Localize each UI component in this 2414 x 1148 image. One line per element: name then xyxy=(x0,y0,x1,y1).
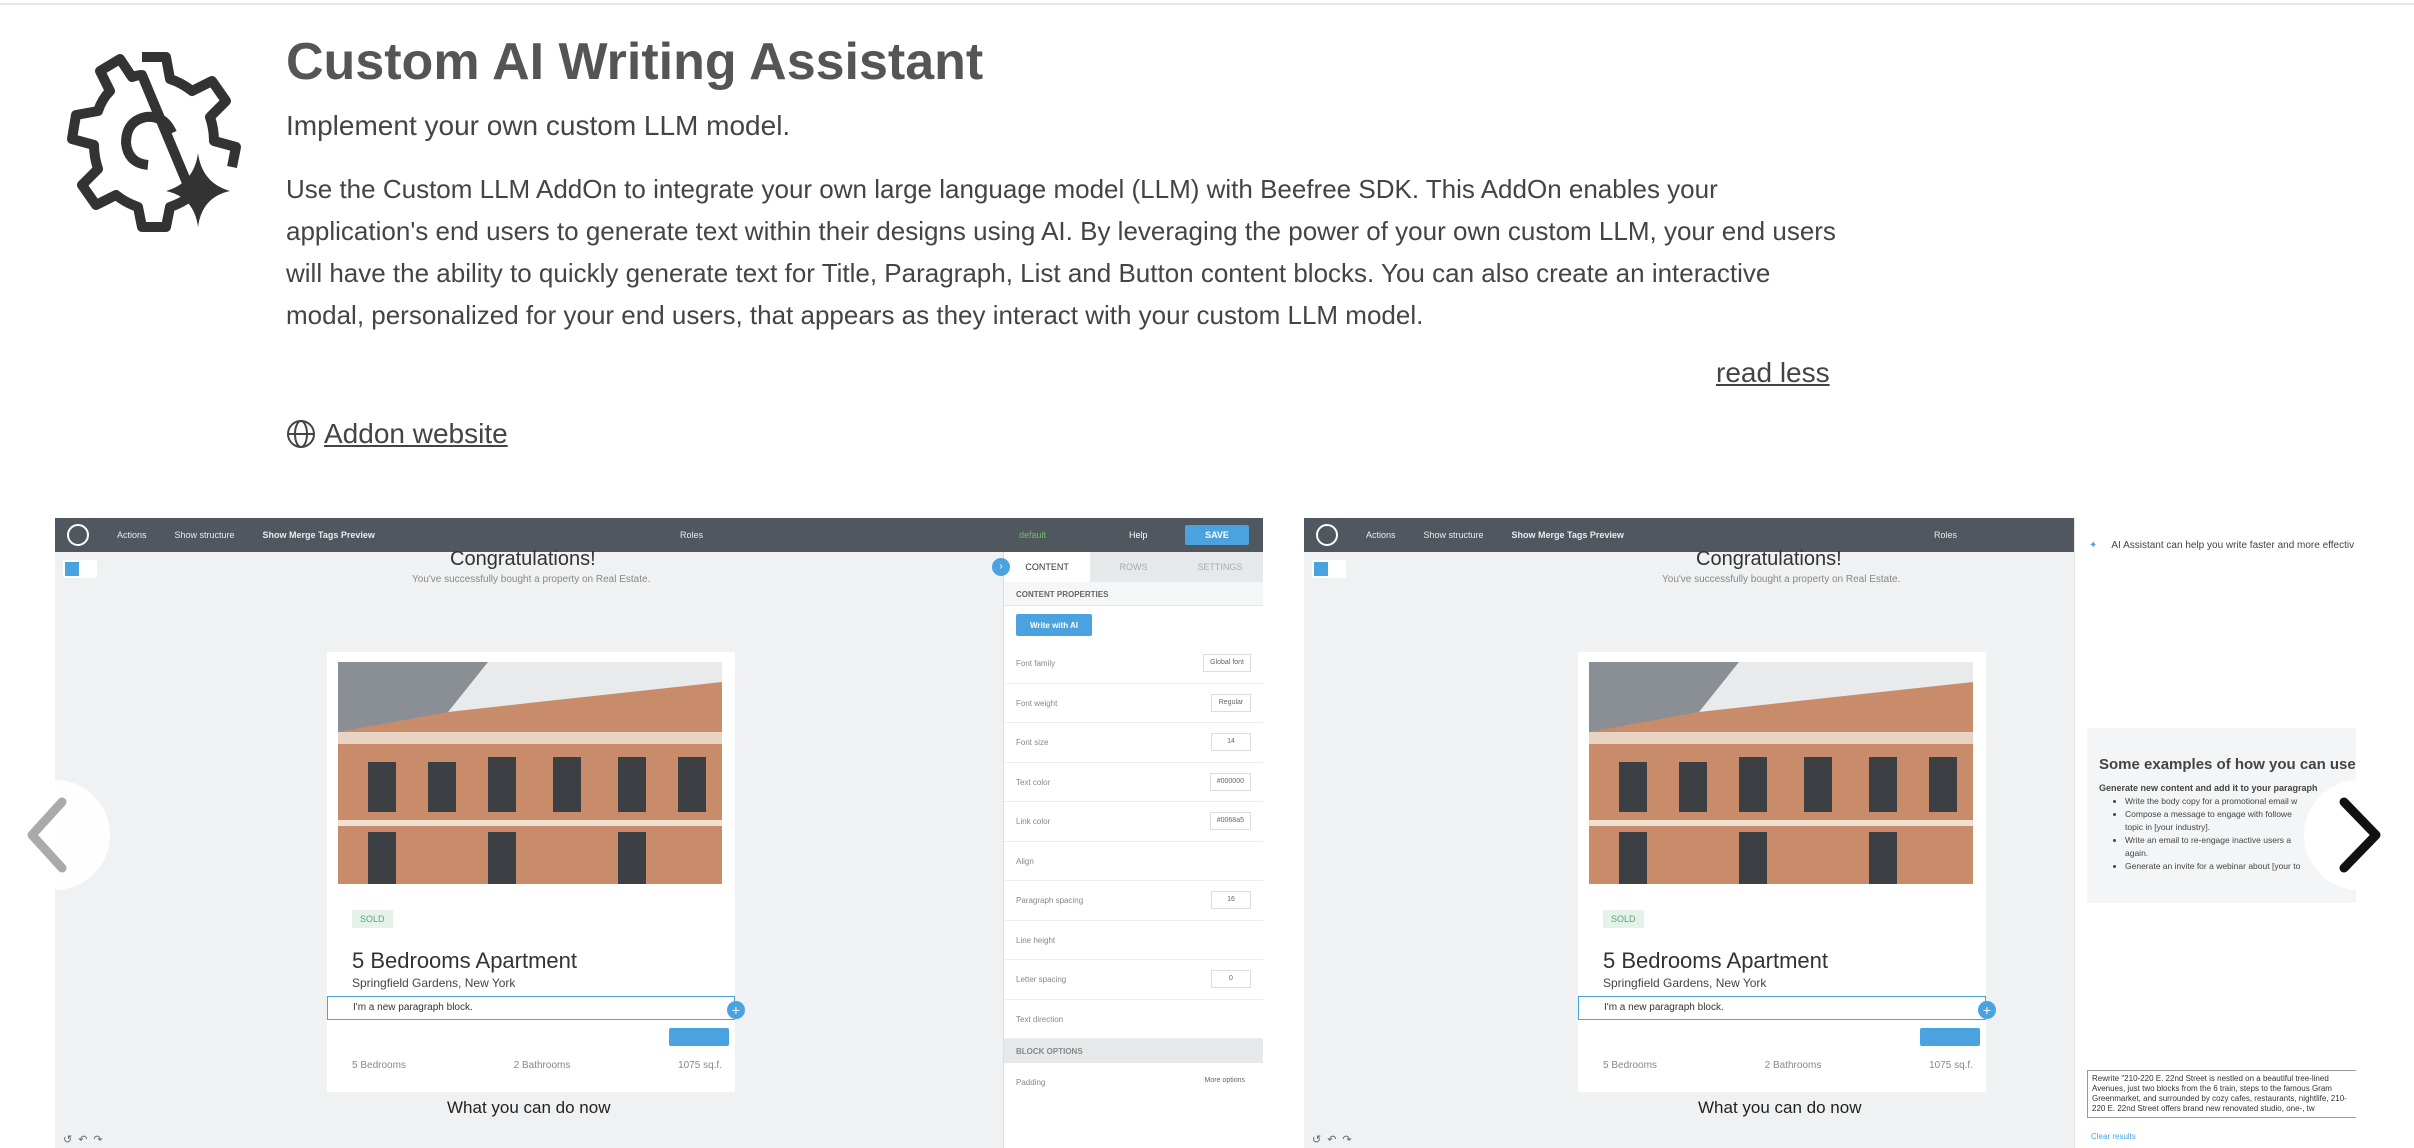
addon-subtitle: Implement your own custom LLM model. xyxy=(286,110,791,141)
editor-canvas: Congratulations! You've successfully bou… xyxy=(1304,548,2074,1148)
bathrooms-label: 2 Bathrooms xyxy=(1764,1060,1822,1071)
editor-toolbar: Actions Show structure Show Merge Tags P… xyxy=(1304,518,2074,552)
paragraph-block[interactable]: I'm a new paragraph block. xyxy=(327,996,735,1020)
bathrooms-label: 2 Bathrooms xyxy=(513,1060,571,1071)
building-photo xyxy=(338,662,722,884)
apartment-title: 5 Bedrooms Apartment xyxy=(1603,948,1829,973)
carousel-next-button[interactable] xyxy=(2304,780,2414,890)
add-block-icon[interactable]: + xyxy=(727,1001,745,1019)
actions-menu[interactable]: Actions xyxy=(117,530,147,540)
top-divider xyxy=(0,0,2414,5)
ai-intro: ✦ AI Assistant can help you write faster … xyxy=(2089,540,2355,551)
apartment-location: Springfield Gardens, New York xyxy=(352,976,516,990)
sqft-label: 1075 sq.f. xyxy=(1929,1060,1973,1071)
building-photo xyxy=(1589,662,1973,884)
what-now-heading: What you can do now xyxy=(447,1098,611,1117)
gear-sparkle-icon xyxy=(67,52,241,232)
text-direction-row: Text direction xyxy=(1004,1000,1263,1039)
show-structure-toggle[interactable]: Show structure xyxy=(1424,530,1484,540)
addon-title: Custom AI Writing Assistant xyxy=(286,33,984,91)
block-toolbar[interactable] xyxy=(669,1028,729,1046)
font-size-stepper[interactable]: 14 xyxy=(1211,733,1251,751)
show-merge-tags-toggle[interactable]: Show Merge Tags Preview xyxy=(263,530,375,540)
font-family-select[interactable]: Global font xyxy=(1203,654,1251,672)
device-toggle[interactable] xyxy=(1312,560,1346,578)
congrats-heading: Congratulations! xyxy=(1696,548,1842,570)
bought-text: You've successfully bought a property on… xyxy=(412,574,651,585)
bought-text: You've successfully bought a property on… xyxy=(1662,574,1901,585)
property-card: SOLD 5 Bedrooms Apartment Springfield Ga… xyxy=(327,652,745,1092)
text-color-row: Text color #000000 xyxy=(1004,763,1263,802)
default-label: default xyxy=(1019,530,1047,540)
paragraph-block[interactable]: I'm a new paragraph block. xyxy=(1578,996,1986,1020)
text-color-picker[interactable]: #000000 xyxy=(1209,772,1251,791)
addon-website-label: Addon website xyxy=(324,418,508,449)
content-properties-heading: CONTENT PROPERTIES xyxy=(1004,582,1263,606)
ai-examples-title: Some examples of how you can use xyxy=(2099,756,2356,773)
property-features: 5 Bedrooms 2 Bathrooms 1075 sq.f. xyxy=(352,1060,722,1071)
magic-wand-icon: ✦ xyxy=(2089,540,2098,551)
link-color-picker[interactable]: #0068a5 xyxy=(1209,812,1251,830)
beefree-logo xyxy=(1316,524,1338,546)
actions-menu[interactable]: Actions xyxy=(1366,530,1396,540)
device-toggle[interactable] xyxy=(63,560,97,578)
editor-toolbar: Actions Show structure Show Merge Tags P… xyxy=(55,518,1263,552)
paragraph-spacing-row: Paragraph spacing 16 xyxy=(1004,881,1263,921)
property-features: 5 Bedrooms 2 Bathrooms 1075 sq.f. xyxy=(1603,1060,1973,1071)
paragraph-spacing-stepper[interactable]: 16 xyxy=(1211,891,1251,909)
padding-row: Padding More options xyxy=(1004,1063,1263,1103)
undo-redo-controls[interactable]: ↺↶↷ xyxy=(1312,1133,1358,1146)
what-now-heading: What you can do now xyxy=(1698,1098,1862,1117)
collapse-panel-icon[interactable]: › xyxy=(992,558,1010,576)
apartment-title: 5 Bedrooms Apartment xyxy=(352,948,578,973)
content-properties-panel: › CONTENT ROWS SETTINGS CONTENT PROPERTI… xyxy=(992,552,1263,1148)
clear-results-button[interactable]: Clear results xyxy=(2091,1132,2136,1141)
letter-spacing-stepper[interactable]: 0 xyxy=(1211,970,1251,988)
font-family-row: Font family Global font xyxy=(1004,644,1263,684)
save-button[interactable]: SAVE xyxy=(1185,525,1249,545)
block-toolbar[interactable] xyxy=(1920,1028,1980,1046)
link-color-row: Link color #0068a5 xyxy=(1004,802,1263,842)
more-options-toggle[interactable]: More options xyxy=(1198,1073,1251,1091)
add-block-icon[interactable]: + xyxy=(1978,1001,1996,1019)
chevron-left-icon xyxy=(27,797,67,873)
tab-settings[interactable]: SETTINGS xyxy=(1177,552,1263,582)
beefree-logo xyxy=(67,524,89,546)
sold-badge: SOLD xyxy=(1603,910,1644,928)
bedrooms-label: 5 Bedrooms xyxy=(352,1060,406,1071)
line-height-row: Line height xyxy=(1004,921,1263,960)
sold-badge: SOLD xyxy=(352,910,393,928)
carousel-slide-2: Actions Show structure Show Merge Tags P… xyxy=(1304,518,2356,1148)
carousel-slide-1: Actions Show structure Show Merge Tags P… xyxy=(55,518,1263,1148)
font-weight-row: Font weight Regular xyxy=(1004,684,1263,723)
help-button[interactable]: Help xyxy=(1129,530,1148,540)
font-size-row: Font size 14 xyxy=(1004,723,1263,763)
roles-menu[interactable]: Roles xyxy=(1934,530,1957,540)
bedrooms-label: 5 Bedrooms xyxy=(1603,1060,1657,1071)
font-weight-select[interactable]: Regular xyxy=(1211,693,1251,712)
ai-prompt-input[interactable]: Rewrite "210-220 E. 22nd Street is nestl… xyxy=(2087,1070,2356,1118)
addon-description: Use the Custom LLM AddOn to integrate yo… xyxy=(286,174,1836,330)
addon-website-link[interactable]: Addon website xyxy=(286,418,508,450)
congrats-heading: Congratulations! xyxy=(450,548,596,570)
tab-content[interactable]: CONTENT xyxy=(1004,552,1091,582)
block-options-heading: BLOCK OPTIONS xyxy=(1004,1039,1263,1063)
carousel-prev-button[interactable] xyxy=(0,780,110,890)
align-row: Align xyxy=(1004,842,1263,881)
show-merge-tags-toggle[interactable]: Show Merge Tags Preview xyxy=(1512,530,1624,540)
property-card: SOLD 5 Bedrooms Apartment Springfield Ga… xyxy=(1578,652,1996,1092)
chevron-right-icon xyxy=(2339,797,2381,873)
sqft-label: 1075 sq.f. xyxy=(678,1060,722,1071)
tab-rows[interactable]: ROWS xyxy=(1090,552,1176,582)
show-structure-toggle[interactable]: Show structure xyxy=(175,530,235,540)
apartment-location: Springfield Gardens, New York xyxy=(1603,976,1767,990)
write-with-ai-button[interactable]: Write with AI xyxy=(1016,614,1092,636)
roles-menu[interactable]: Roles xyxy=(680,530,703,540)
read-less-link[interactable]: read less xyxy=(1716,357,1830,389)
panel-tabs: CONTENT ROWS SETTINGS xyxy=(1004,552,1263,582)
globe-icon xyxy=(287,420,315,448)
editor-canvas: Congratulations! You've successfully bou… xyxy=(55,548,1003,1148)
undo-redo-controls[interactable]: ↺↶↷ xyxy=(63,1133,109,1146)
letter-spacing-row: Letter spacing 0 xyxy=(1004,960,1263,1000)
